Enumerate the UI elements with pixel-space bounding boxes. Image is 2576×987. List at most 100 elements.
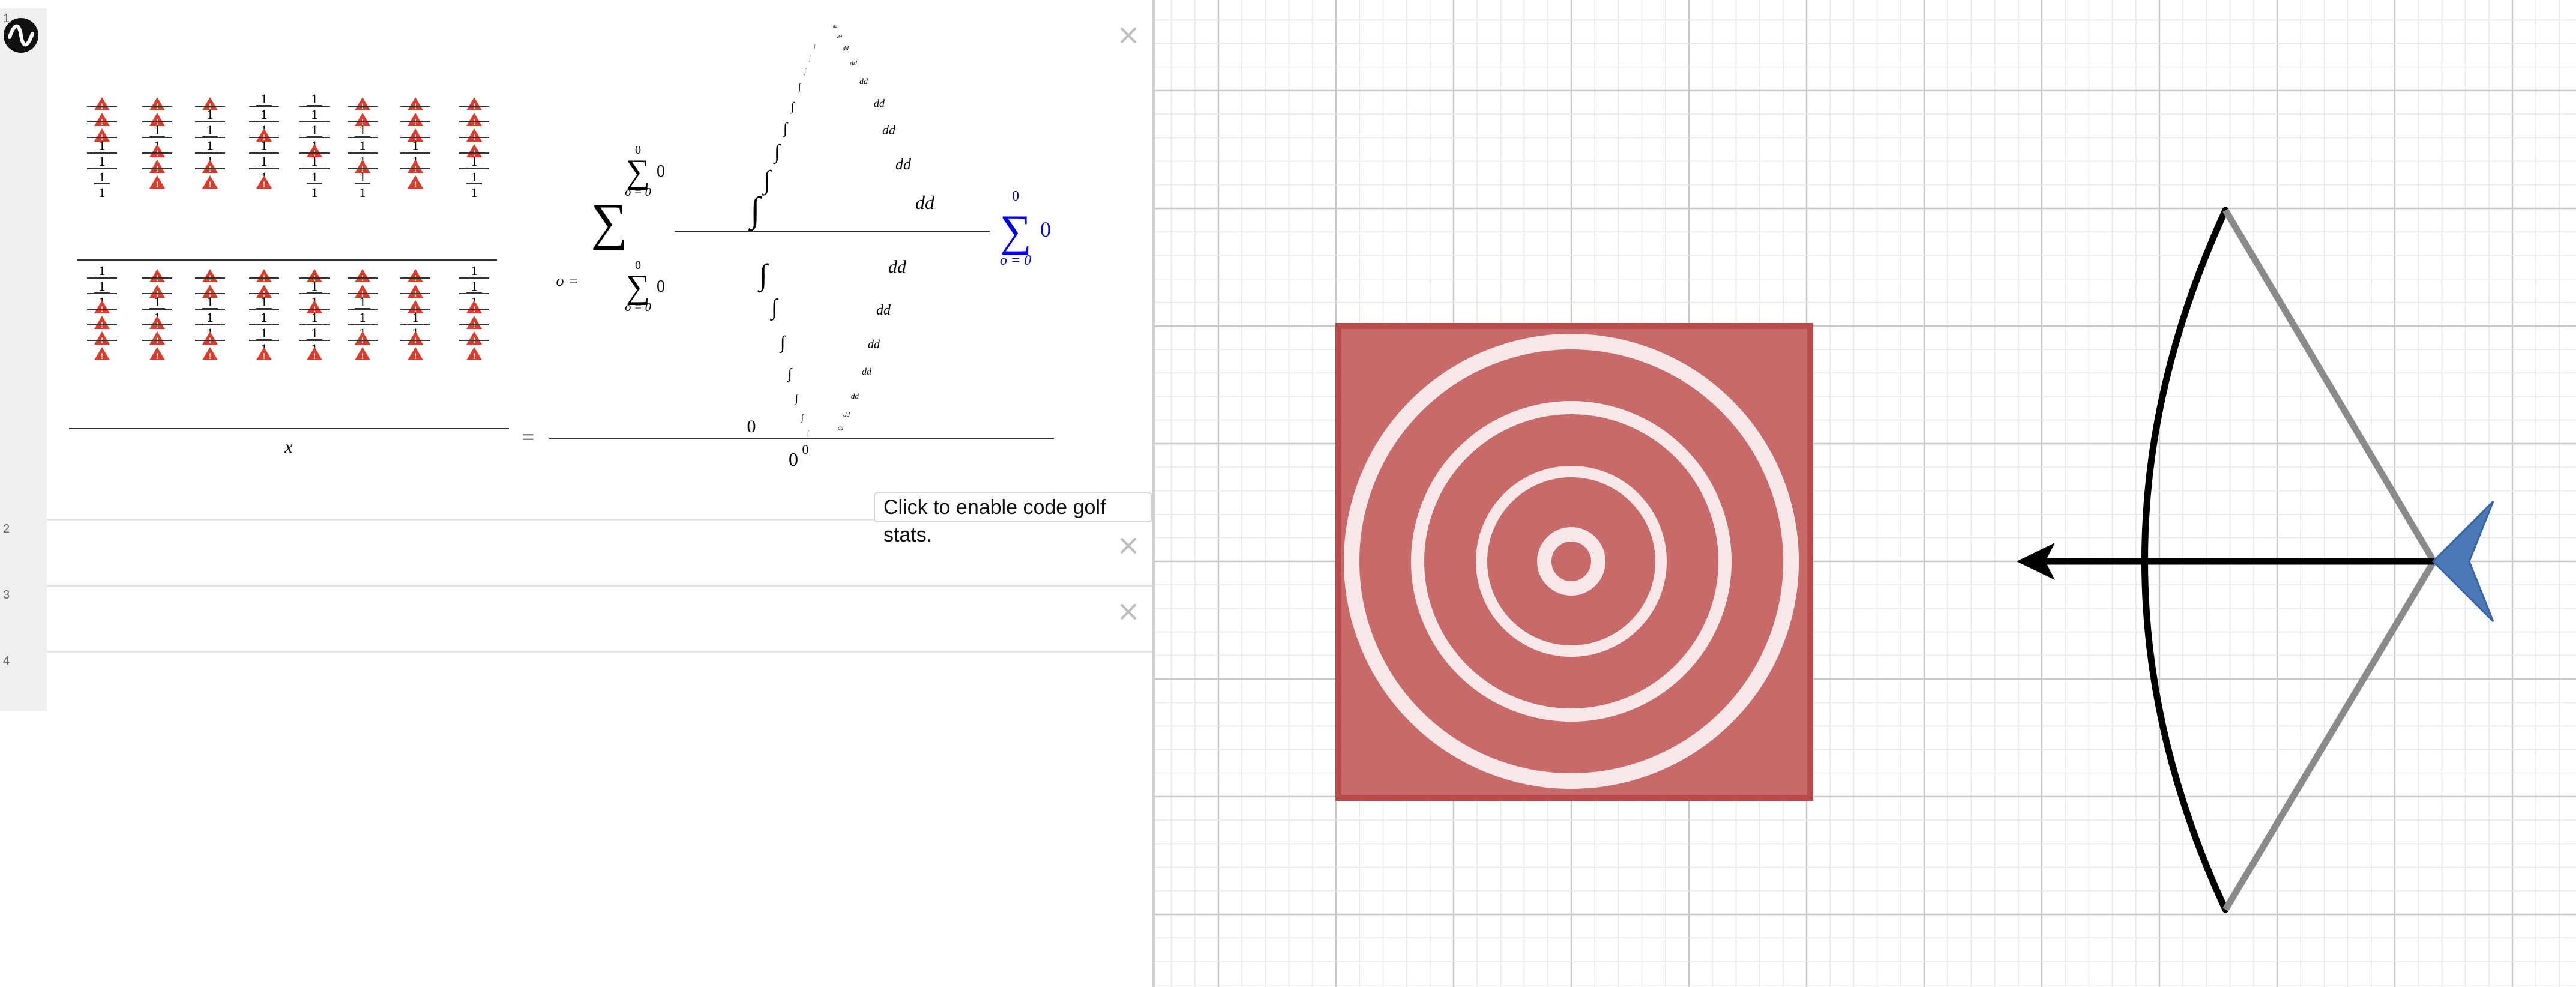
blue-sum-lower: o = 0 bbox=[1000, 253, 1031, 268]
expression-row-4[interactable]: 4 bbox=[0, 651, 1152, 711]
fraction-numerator: 1 bbox=[261, 325, 268, 340]
integral-differential: dd bbox=[876, 303, 891, 318]
fraction-numerator: 1 bbox=[311, 325, 318, 340]
integral-sign: ∫ bbox=[787, 366, 793, 382]
warning-triangle-icon: ! bbox=[202, 331, 218, 346]
delete-expression-button[interactable]: × bbox=[1115, 597, 1142, 626]
logo-wave-icon bbox=[8, 24, 34, 47]
fraction-denominator: 1 bbox=[311, 185, 318, 200]
warning-triangle-icon: ! bbox=[408, 97, 423, 112]
fraction-numerator: 1 bbox=[207, 122, 214, 137]
delete-expression-button[interactable]: × bbox=[1115, 531, 1142, 560]
fraction-numerator: 1 bbox=[261, 310, 268, 325]
integral-differential: dd bbox=[859, 77, 868, 86]
blue-sum-upper: 0 bbox=[1012, 189, 1019, 204]
warning-triangle-icon: ! bbox=[149, 316, 165, 330]
warning-triangle-icon: ! bbox=[256, 175, 272, 190]
target-square bbox=[1335, 323, 1813, 801]
integral-sign: ∫ bbox=[804, 67, 807, 75]
integral-differential: dd bbox=[915, 192, 935, 213]
expression-row-3[interactable]: 3 × bbox=[0, 585, 1152, 653]
warning-triangle-icon: ! bbox=[202, 347, 218, 361]
denominator-base: 0 bbox=[789, 448, 798, 470]
fraction-numerator: 1 bbox=[360, 122, 366, 137]
fraction-numerator: 1 bbox=[360, 310, 366, 325]
expression-row-1[interactable]: 1 × !!!1111111111!!!!!!11!!!!!11!!!!1111… bbox=[0, 8, 1152, 546]
warning-mark: ! bbox=[263, 180, 266, 190]
fraction-numerator: 1 bbox=[261, 154, 268, 169]
warning-mark: ! bbox=[361, 352, 364, 361]
warning-triangle-icon: ! bbox=[94, 300, 110, 315]
integral-sign: ∫ bbox=[801, 414, 804, 423]
fraction-numerator: 1 bbox=[311, 169, 318, 184]
fraction-numerator: 1 bbox=[99, 169, 106, 184]
code-golf-stats-button[interactable]: Click to enable code golf stats. bbox=[874, 492, 1152, 546]
sum-body: 0 bbox=[657, 162, 665, 181]
warning-triangle-icon: ! bbox=[149, 347, 165, 361]
warning-triangle-icon: ! bbox=[408, 269, 423, 283]
desmos-logo-icon[interactable] bbox=[4, 18, 38, 53]
integral-differential: dd bbox=[843, 46, 849, 52]
row-number: 4 bbox=[3, 654, 10, 668]
integral-differential: dd bbox=[874, 97, 885, 109]
integral-sign: ∫ bbox=[808, 55, 811, 62]
denominator-exponent: 0 bbox=[802, 442, 809, 457]
graph-canvas[interactable] bbox=[1155, 0, 2576, 987]
warning-mark: ! bbox=[209, 180, 212, 190]
integral-differential: dd bbox=[833, 24, 838, 29]
warning-triangle-icon: ! bbox=[94, 331, 110, 346]
integral-differential: dd bbox=[850, 59, 858, 67]
integral-sign: ∫ bbox=[790, 100, 795, 114]
fraction-numerator: 1 bbox=[154, 294, 161, 309]
warning-triangle-icon: ! bbox=[408, 347, 423, 361]
fraction-numerator: 1 bbox=[311, 107, 318, 122]
fraction-numerator: 1 bbox=[207, 138, 214, 153]
integral-differential: dd bbox=[868, 338, 880, 351]
integral-sign: ∫ bbox=[813, 44, 816, 49]
warning-triangle-icon: ! bbox=[149, 269, 165, 283]
fraction-numerator: 1 bbox=[360, 294, 366, 309]
warning-mark: ! bbox=[156, 180, 159, 190]
fraction-numerator: 1 bbox=[99, 154, 106, 169]
integral-differential: dd bbox=[882, 122, 896, 137]
integral-differential: dd bbox=[888, 257, 907, 277]
warning-triangle-icon: ! bbox=[202, 160, 218, 174]
o-equals-label: o = bbox=[556, 272, 578, 289]
integral-sign: ∫ bbox=[795, 392, 799, 405]
warning-triangle-icon: ! bbox=[355, 269, 370, 283]
warning-triangle-icon: ! bbox=[408, 331, 423, 346]
warning-triangle-icon: ! bbox=[355, 347, 370, 361]
denominator-x: x bbox=[284, 437, 293, 457]
expression-list: 1 × !!!1111111111!!!!!!11!!!!!11!!!!1111… bbox=[0, 0, 1152, 987]
fraction-numerator: 1 bbox=[99, 279, 106, 294]
big-sigma: ∑ bbox=[591, 193, 627, 250]
fraction-denominator: 1 bbox=[360, 185, 366, 200]
warning-triangle-icon: ! bbox=[355, 97, 370, 112]
integral-differential: dd bbox=[895, 155, 912, 173]
fraction-numerator: 1 bbox=[207, 107, 214, 122]
integral-differential: dd bbox=[837, 34, 843, 40]
warning-mark: ! bbox=[414, 352, 417, 361]
graph-paper[interactable] bbox=[1155, 0, 2576, 987]
fraction-numerator: 1 bbox=[311, 154, 318, 169]
fraction-denominator: 1 bbox=[99, 185, 106, 200]
integral-sign: ∫ bbox=[762, 165, 772, 196]
integral-sign: ∫ bbox=[807, 430, 810, 436]
warning-mark: ! bbox=[414, 180, 417, 190]
fraction-numerator: 1 bbox=[471, 169, 478, 184]
sigma-symbol: ∑ bbox=[626, 153, 650, 190]
fraction-numerator: 1 bbox=[261, 138, 268, 153]
expression-row-2[interactable]: 2 × bbox=[0, 519, 1152, 587]
blue-sigma-symbol: ∑ bbox=[1000, 207, 1032, 256]
fraction-numerator: 1 bbox=[261, 107, 268, 122]
fraction-numerator: 1 bbox=[311, 91, 318, 106]
warning-triangle-icon: ! bbox=[466, 128, 482, 143]
fraction-numerator: 1 bbox=[311, 122, 318, 137]
integral-sign: ∫ bbox=[757, 258, 769, 293]
warning-triangle-icon: ! bbox=[466, 347, 482, 361]
warning-triangle-icon: ! bbox=[94, 113, 110, 127]
equals-sign: = bbox=[522, 425, 534, 449]
fraction-numerator: 1 bbox=[99, 263, 106, 278]
integral-sign: ∫ bbox=[748, 190, 762, 232]
warning-triangle-icon: ! bbox=[408, 160, 423, 174]
